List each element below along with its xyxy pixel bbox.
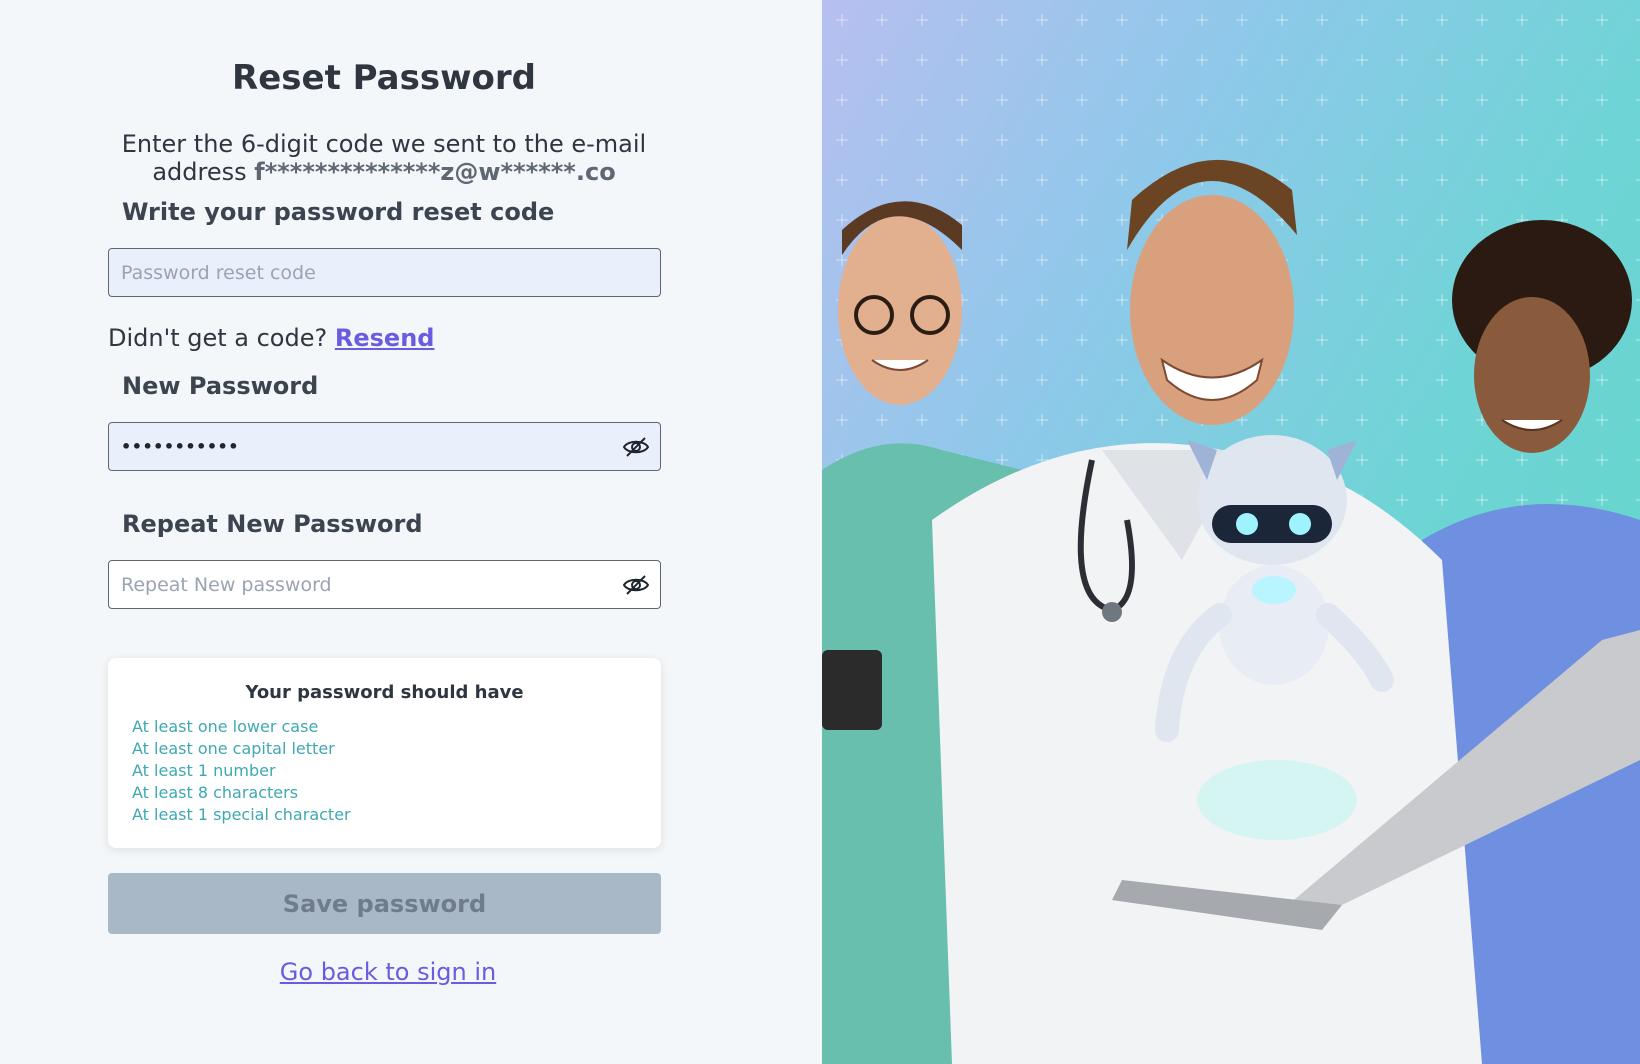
reset-password-panel: Reset Password Enter the 6-digit code we… <box>0 0 822 1064</box>
rule-item: At least 8 characters <box>132 783 299 802</box>
reset-code-input[interactable]: Password reset code <box>108 248 661 297</box>
password-rules-card: Your password should have At least one l… <box>108 658 661 848</box>
repeat-password-input[interactable]: Repeat New password <box>108 560 661 609</box>
repeat-password-placeholder: Repeat New password <box>121 573 332 596</box>
instruction-text: Enter the 6-digit code we sent to the e-… <box>108 130 660 186</box>
resend-link[interactable]: Resend <box>335 324 435 352</box>
masked-email: f**************z@w******.co <box>254 158 616 186</box>
reset-code-placeholder: Password reset code <box>121 261 316 284</box>
resend-prompt: Didn't get a code? <box>108 324 328 352</box>
rule-item: At least one lower case <box>132 717 319 736</box>
rules-list: At least one lower case At least one cap… <box>132 716 351 826</box>
resend-row: Didn't get a code? Resend <box>108 324 434 352</box>
rule-item: At least 1 special character <box>132 805 351 824</box>
eye-slash-icon[interactable] <box>622 435 650 459</box>
rules-title: Your password should have <box>245 682 524 703</box>
medical-team-photo <box>822 159 1640 1064</box>
new-password-value: ••••••••••• <box>121 437 239 456</box>
save-password-button[interactable]: Save password <box>108 873 661 934</box>
reset-code-label: Write your password reset code <box>122 198 555 226</box>
repeat-password-label: Repeat New Password <box>122 510 423 538</box>
rule-item: At least 1 number <box>132 761 276 780</box>
back-to-sign-in-link[interactable]: Go back to sign in <box>0 958 776 986</box>
eye-slash-icon[interactable] <box>622 573 650 597</box>
page-title: Reset Password <box>232 58 536 98</box>
rule-item: At least one capital letter <box>132 739 335 758</box>
new-password-label: New Password <box>122 372 319 400</box>
new-password-input[interactable]: ••••••••••• <box>108 422 661 471</box>
hero-illustration <box>822 0 1640 1064</box>
